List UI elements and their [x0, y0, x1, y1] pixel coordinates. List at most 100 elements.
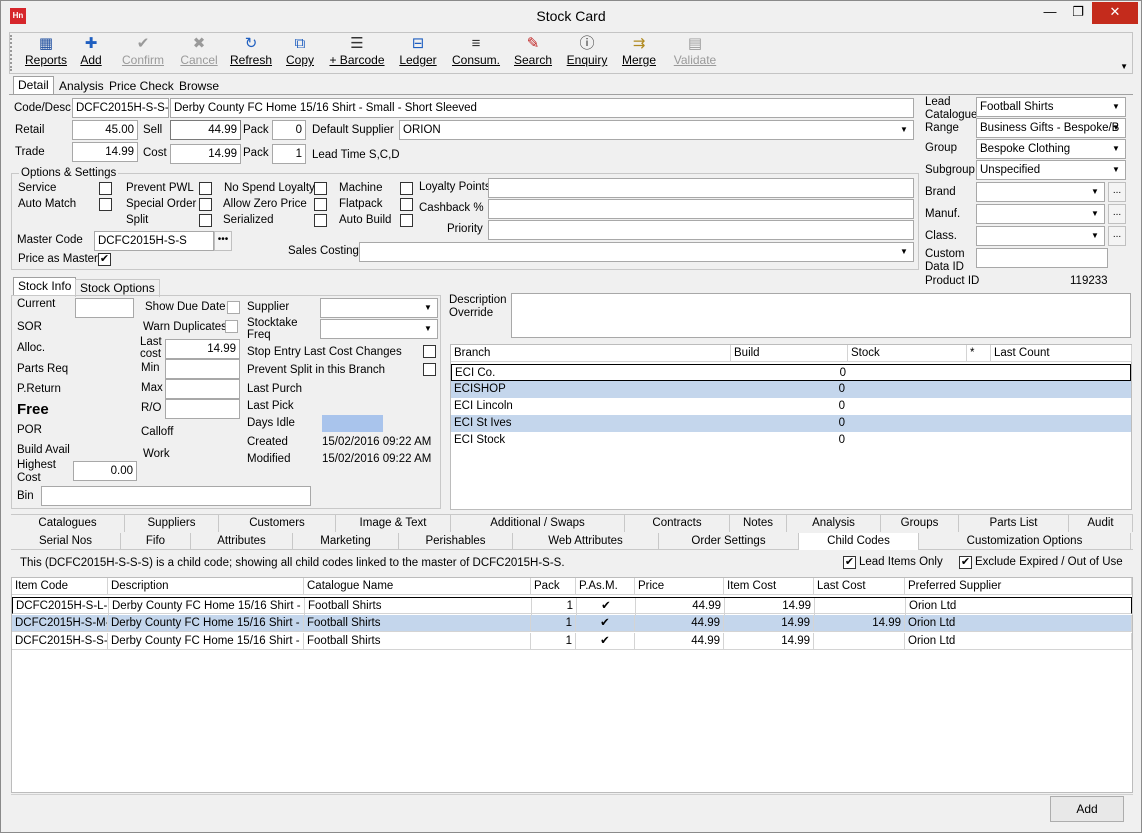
bottom-tab-fifo[interactable]: Fifo	[121, 533, 191, 550]
max-field[interactable]	[165, 379, 240, 399]
child-col-header[interactable]: P.As.M.	[576, 578, 635, 595]
lead-catalogue-select[interactable]: Football Shirts ▼	[976, 97, 1126, 117]
supplier-select[interactable]: ▼	[320, 298, 438, 318]
manuf-browse-button[interactable]: ...	[1108, 204, 1126, 224]
child-col-header[interactable]: Description	[108, 578, 304, 595]
description-override-field[interactable]	[511, 293, 1131, 338]
toolbar-button-barcode[interactable]: ☰ + Barcode	[326, 35, 388, 73]
toolbar-button-search[interactable]: ✎ Search	[512, 35, 554, 73]
lead-items-only-checkbox[interactable]: ✔	[843, 556, 856, 569]
allow-zero-price-checkbox[interactable]	[314, 198, 327, 211]
retail-field[interactable]: 45.00	[72, 120, 138, 140]
cashback-field[interactable]	[488, 199, 914, 219]
minimize-button[interactable]: —	[1036, 2, 1064, 24]
bottom-tab-contracts[interactable]: Contracts	[625, 515, 730, 532]
branch-row[interactable]: ECI Lincoln 0	[451, 398, 1131, 415]
show-due-date-checkbox[interactable]	[227, 301, 240, 314]
class-browse-button[interactable]: ...	[1108, 226, 1126, 246]
price-as-master-check-icon[interactable]: ✔	[577, 598, 636, 615]
master-code-field[interactable]: DCFC2015H-S-S	[94, 231, 214, 251]
min-field[interactable]	[165, 359, 240, 379]
special-order-checkbox[interactable]	[199, 198, 212, 211]
warn-duplicates-checkbox[interactable]	[225, 320, 238, 333]
bottom-tab-catalogues[interactable]: Catalogues	[11, 515, 125, 532]
child-code-row[interactable]: DCFC2015H-S-M-S Derby County FC Home 15/1…	[12, 615, 1132, 632]
branch-col-header[interactable]: Branch	[451, 345, 731, 362]
child-code-row[interactable]: DCFC2015H-S-L-S Derby County FC Home 15/1…	[12, 597, 1133, 615]
child-col-header[interactable]: Pack	[531, 578, 576, 595]
branch-col-header[interactable]: Stock	[848, 345, 967, 362]
add-child-button[interactable]: Add	[1050, 796, 1124, 822]
bottom-tab-web-attributes[interactable]: Web Attributes	[513, 533, 659, 550]
bottom-tab-suppliers[interactable]: Suppliers	[125, 515, 219, 532]
tab-stock-info[interactable]: Stock Info	[13, 277, 77, 295]
toolbar-button-merge[interactable]: ⇉ Merge	[618, 35, 660, 73]
branch-col-header[interactable]: Build	[731, 345, 848, 362]
bin-field[interactable]	[41, 486, 311, 506]
bottom-tab-analysis[interactable]: Analysis	[787, 515, 881, 532]
default-supplier-select[interactable]: ORION ▼	[399, 120, 914, 140]
loyalty-points-field[interactable]	[488, 178, 914, 198]
toolbar-button-enquiry[interactable]: ⓘ Enquiry	[562, 35, 612, 73]
toolbar-button-copy[interactable]: ⧉ Copy	[282, 35, 318, 73]
toolbar-button-refresh[interactable]: ↻ Refresh	[226, 35, 276, 73]
child-col-header[interactable]: Last Cost	[814, 578, 905, 595]
bottom-tab-child-codes[interactable]: Child Codes	[799, 533, 919, 550]
subgroup-select[interactable]: Unspecified ▼	[976, 160, 1126, 180]
tab-detail[interactable]: Detail	[13, 76, 54, 94]
brand-select[interactable]: ▼	[976, 182, 1105, 202]
toolbar-grip[interactable]	[10, 35, 13, 71]
custom-data-id-field[interactable]	[976, 248, 1108, 268]
branch-row[interactable]: ECI Co. 0	[451, 364, 1131, 381]
toolbar-button-reports[interactable]: ▦ Reports	[22, 35, 70, 73]
branch-row[interactable]: ECI Stock 0	[451, 432, 1131, 449]
stop-entry-checkbox[interactable]	[423, 345, 436, 358]
class-select[interactable]: ▼	[976, 226, 1105, 246]
bottom-tab-serial-nos[interactable]: Serial Nos	[11, 533, 121, 550]
child-col-header[interactable]: Catalogue Name	[304, 578, 531, 595]
price-as-master-check-icon[interactable]: ✔	[576, 615, 635, 632]
pack-field[interactable]: 0	[272, 120, 306, 140]
prevent-split-checkbox[interactable]	[423, 363, 436, 376]
bottom-tab-notes[interactable]: Notes	[730, 515, 787, 532]
child-code-row[interactable]: DCFC2015H-S-S-S Derby County FC Home 15/1…	[12, 633, 1132, 650]
branch-row[interactable]: ECI St Ives 0	[451, 415, 1131, 432]
bottom-tab-customization-options[interactable]: Customization Options	[919, 533, 1131, 550]
flatpack-checkbox[interactable]	[400, 198, 413, 211]
machine-checkbox[interactable]	[400, 182, 413, 195]
price-as-master-check-icon[interactable]: ✔	[576, 633, 635, 650]
child-col-header[interactable]: Item Code	[12, 578, 108, 595]
toolbar-button-consum[interactable]: ≡ Consum.	[448, 35, 504, 73]
bottom-tab-parts-list[interactable]: Parts List	[959, 515, 1069, 532]
brand-browse-button[interactable]: ...	[1108, 182, 1126, 202]
master-code-browse-button[interactable]: •••	[214, 231, 232, 251]
stocktake-freq-select[interactable]: ▼	[320, 319, 438, 339]
trade-field[interactable]: 14.99	[72, 142, 138, 162]
toolbar-button-ledger[interactable]: ⊟ Ledger	[394, 35, 442, 73]
pack-field-2[interactable]: 1	[272, 144, 306, 164]
sell-field[interactable]: 44.99	[170, 120, 241, 140]
auto-match-checkbox[interactable]	[99, 198, 112, 211]
bottom-tab-attributes[interactable]: Attributes	[191, 533, 293, 550]
price-as-master-checkbox[interactable]: ✔	[98, 253, 111, 266]
bottom-tab-groups[interactable]: Groups	[881, 515, 959, 532]
no-spend-loyalty-checkbox[interactable]	[314, 182, 327, 195]
branch-row[interactable]: ECISHOP 0	[451, 381, 1131, 398]
range-select[interactable]: Business Gifts - Bespoke/B ▼	[976, 118, 1126, 138]
close-button[interactable]: ✕	[1092, 2, 1138, 24]
serialized-checkbox[interactable]	[314, 214, 327, 227]
sales-costing-select[interactable]: ▼	[359, 242, 914, 262]
split-checkbox[interactable]	[199, 214, 212, 227]
maximize-button[interactable]: ❐	[1064, 2, 1092, 24]
cost-field[interactable]: 14.99	[170, 144, 241, 164]
prevent-pwl-checkbox[interactable]	[199, 182, 212, 195]
toolbar-button-confirm[interactable]: ✔ Confirm	[116, 35, 170, 73]
toolbar-button-validate[interactable]: ▤ Validate	[668, 35, 722, 73]
current-field[interactable]	[75, 298, 134, 318]
code-field[interactable]: DCFC2015H-S-S-S	[72, 98, 169, 118]
toolbar-button-cancel[interactable]: ✖ Cancel	[176, 35, 222, 73]
bottom-tab-perishables[interactable]: Perishables	[399, 533, 513, 550]
highest-cost-field[interactable]: 0.00	[73, 461, 137, 481]
toolbar-button-add[interactable]: ✚ Add	[76, 35, 106, 73]
last-cost-field[interactable]: 14.99	[165, 339, 240, 359]
